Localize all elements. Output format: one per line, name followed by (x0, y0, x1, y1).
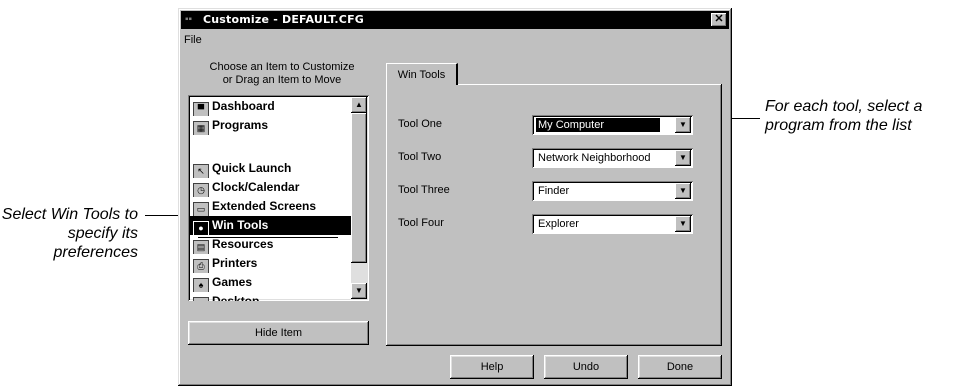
list-item-label: Clock/Calendar (212, 180, 300, 194)
list-item-label: Win Tools (212, 218, 269, 232)
scroll-thumb[interactable] (351, 113, 367, 263)
help-button[interactable]: Help (450, 355, 534, 379)
customize-dialog: ▪▪ Customize - DEFAULT.CFG ✕ File Choose… (178, 8, 732, 386)
list-item-clock-calendar[interactable]: ◷ Clock/Calendar (190, 178, 352, 197)
list-item-label: Programs (212, 118, 269, 132)
menu-bar: File (182, 32, 202, 48)
list-item-games[interactable]: ♠ Games (190, 273, 352, 292)
tool-three-dropdown[interactable]: Finder ▼ (532, 181, 693, 201)
extended-screens-icon: ▭ (193, 202, 209, 216)
tool-four-dropdown[interactable]: Explorer ▼ (532, 214, 693, 234)
tool-one-label: Tool One (398, 118, 443, 130)
close-button[interactable]: ✕ (711, 13, 727, 27)
tool-four-label: Tool Four (398, 217, 444, 229)
done-button[interactable]: Done (638, 355, 722, 379)
chevron-down-icon: ▼ (679, 153, 687, 162)
dropdown-arrow-button[interactable]: ▼ (675, 117, 691, 133)
quick-launch-icon: ↖ (193, 164, 209, 178)
chevron-down-icon: ▼ (679, 120, 687, 129)
clock-icon: ◷ (193, 183, 209, 197)
tool-one-value: My Computer (535, 117, 661, 133)
list-item-quick-launch[interactable]: ↖ Quick Launch (190, 159, 352, 178)
scroll-down-icon: ▼ (355, 286, 363, 295)
chevron-down-icon: ▼ (679, 219, 687, 228)
list-item-printers[interactable]: ⎙ Printers (190, 254, 352, 273)
games-icon: ♠ (193, 278, 209, 292)
list-separator (198, 237, 338, 238)
win-tools-icon: ● (193, 221, 209, 235)
list-item-win-tools[interactable]: ● Win Tools (190, 216, 352, 235)
dropdown-arrow-button[interactable]: ▼ (675, 216, 691, 232)
dropdown-arrow-button[interactable]: ▼ (675, 150, 691, 166)
scroll-down-button[interactable]: ▼ (351, 283, 367, 299)
hide-item-label: Hide Item (254, 327, 303, 339)
tool-one-dropdown[interactable]: My Computer ▼ (532, 115, 693, 135)
list-header: Choose an Item to Customize or Drag an I… (192, 61, 372, 87)
undo-button[interactable]: Undo (544, 355, 628, 379)
item-listbox[interactable]: ▀ Dashboard ▦ Programs ↖ Quick Launch ◷ Clock/C… (188, 95, 369, 301)
tool-three-label: Tool Three (398, 184, 450, 196)
title-bar[interactable]: ▪▪ Customize - DEFAULT.CFG ✕ (181, 11, 729, 29)
list-header-line2: or Drag an Item to Move (222, 74, 342, 86)
list-scrollbar[interactable]: ▲ ▼ (351, 97, 367, 299)
list-item-label: Extended Screens (212, 199, 317, 213)
list-header-line1: Choose an Item to Customize (209, 61, 355, 73)
close-icon: ✕ (714, 13, 724, 25)
printers-icon: ⎙ (193, 259, 209, 273)
hide-item-button[interactable]: Hide Item (188, 321, 369, 345)
list-item-label: Quick Launch (212, 161, 292, 175)
list-item-desktop[interactable]: ▣Desktop (190, 292, 352, 301)
help-label: Help (480, 361, 504, 373)
chevron-down-icon: ▼ (679, 186, 687, 195)
list-item-extended-screens[interactable]: ▭ Extended Screens (190, 197, 352, 216)
list-item-label: Dashboard (212, 99, 275, 113)
menu-file[interactable]: File (184, 34, 202, 46)
scroll-up-button[interactable]: ▲ (351, 97, 367, 113)
list-item-label: Printers (212, 256, 258, 270)
tab-win-tools-label: Win Tools (397, 69, 446, 81)
undo-label: Undo (572, 361, 600, 373)
window-title: Customize - DEFAULT.CFG (203, 13, 365, 26)
list-item-dashboard[interactable]: ▀ Dashboard (190, 97, 352, 116)
dashboard-icon: ▀ (193, 102, 209, 116)
list-item-label: Desktop (212, 294, 260, 301)
tool-two-dropdown[interactable]: Network Neighborhood ▼ (532, 148, 693, 168)
done-label: Done (666, 361, 694, 373)
tab-win-tools[interactable]: Win Tools (386, 63, 458, 85)
list-item-label: Games (212, 275, 253, 289)
desktop-icon: ▣ (193, 297, 209, 301)
dropdown-arrow-button[interactable]: ▼ (675, 183, 691, 199)
app-icon: ▪▪ (185, 14, 193, 25)
tool-three-value: Finder (538, 185, 570, 197)
callout-select-program: For each tool, select a program from the… (765, 98, 923, 134)
resources-icon: ▤ (193, 240, 209, 254)
tool-two-value: Network Neighborhood (538, 152, 651, 164)
tool-four-value: Explorer (538, 218, 579, 230)
programs-icon: ▦ (193, 121, 209, 135)
list-item-label: Resources (212, 237, 274, 251)
callout-select-win-tools: Select Win Tools to specify its preferen… (1, 206, 138, 261)
tool-two-label: Tool Two (398, 151, 442, 163)
list-item-programs[interactable]: ▦ Programs (190, 116, 352, 135)
scroll-up-icon: ▲ (355, 100, 363, 109)
